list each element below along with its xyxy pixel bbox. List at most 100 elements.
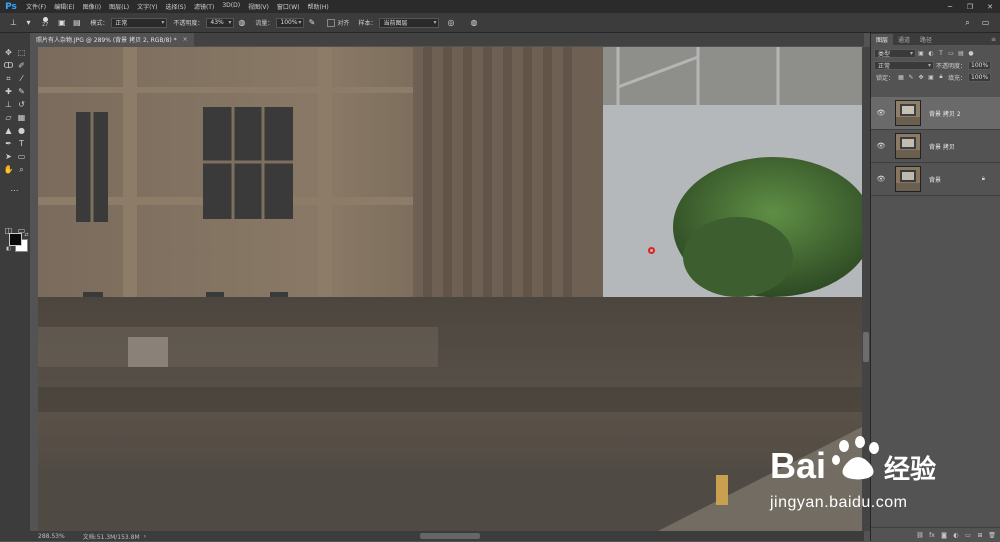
link-layers-icon[interactable]: ⛓ xyxy=(915,532,925,539)
menu-item[interactable]: 编辑(E) xyxy=(50,2,78,11)
crop-tool-icon[interactable]: ⌗ xyxy=(2,73,15,84)
menu-item[interactable]: 文字(Y) xyxy=(133,2,161,11)
blur-tool-icon[interactable]: ▲ xyxy=(2,125,15,136)
lasso-tool-icon[interactable]: ↀ xyxy=(2,60,15,71)
more-tools-icon[interactable]: … xyxy=(8,183,21,194)
search-icon[interactable]: ⌕ xyxy=(962,17,973,28)
menu-item[interactable]: 视图(V) xyxy=(244,2,273,11)
shape-tool-icon[interactable]: ▭ xyxy=(15,151,28,162)
menu-item[interactable]: 文件(F) xyxy=(22,2,50,11)
visibility-eye-icon[interactable]: 👁︎ xyxy=(875,109,887,117)
scrollbar-thumb[interactable] xyxy=(863,332,869,362)
layer-row[interactable]: 👁︎ 背景 拷贝 2 xyxy=(871,97,1000,130)
filter-shape-icon[interactable]: ▭ xyxy=(947,49,955,57)
filter-type-icon[interactable]: T xyxy=(937,49,945,57)
visibility-eye-icon[interactable]: 👁︎ xyxy=(875,142,887,150)
filter-toggle-icon[interactable]: ● xyxy=(967,49,975,57)
history-brush-tool-icon[interactable]: ↺ xyxy=(15,99,28,110)
add-mask-icon[interactable]: ◙ xyxy=(939,532,949,539)
align-label: 对齐 xyxy=(337,20,350,27)
blend-mode-select[interactable]: 正常 xyxy=(874,60,934,70)
lock-pixels-icon[interactable]: ▦ xyxy=(897,73,905,81)
menu-item[interactable]: 窗口(W) xyxy=(273,2,304,11)
path-select-tool-icon[interactable]: ➤ xyxy=(2,151,15,162)
watermark-url: jingyan.baidu.com xyxy=(770,494,908,511)
zoom-level[interactable]: 288.53% xyxy=(38,533,65,540)
clone-stamp-tool-icon[interactable]: ⊥ xyxy=(8,17,19,28)
restore-button[interactable]: ❐ xyxy=(960,0,980,13)
lock-artboard-icon[interactable]: ▣ xyxy=(927,73,935,81)
flow-select[interactable]: 100% xyxy=(276,17,305,28)
pen-tool-icon[interactable]: ✒ xyxy=(2,138,15,149)
clone-stamp-icon[interactable]: ⊥ xyxy=(2,99,15,110)
close-tab-icon[interactable]: × xyxy=(183,36,188,43)
eyedropper-tool-icon[interactable]: ⁄ xyxy=(15,73,28,84)
new-group-icon[interactable]: ▭ xyxy=(963,532,973,539)
move-tool-icon[interactable]: ✥ xyxy=(2,47,15,58)
delete-layer-icon[interactable]: 🗑︎ xyxy=(987,532,997,539)
image-canvas[interactable] xyxy=(38,47,862,531)
menu-item[interactable]: 帮助(H) xyxy=(304,2,333,11)
layer-row[interactable]: 👁︎ 背景 拷贝 xyxy=(871,130,1000,163)
hand-tool-icon[interactable]: ✋ xyxy=(2,164,15,175)
healing-brush-tool-icon[interactable]: ✚ xyxy=(2,86,15,97)
opacity-select[interactable]: 43% xyxy=(206,17,235,28)
lock-move-icon[interactable]: ✥ xyxy=(917,73,925,81)
filter-smart-icon[interactable]: ▤ xyxy=(957,49,965,57)
layer-opacity-value[interactable]: 100% xyxy=(968,60,992,70)
new-layer-icon[interactable]: ⊞ xyxy=(975,532,985,539)
panel-menu-icon[interactable]: ≡ xyxy=(986,34,1000,45)
tab-layers[interactable]: 图层 xyxy=(871,34,894,45)
status-arrow-icon[interactable]: › xyxy=(144,533,146,540)
menu-item[interactable]: 图像(I) xyxy=(79,2,105,11)
lock-row: 锁定： ▦ ✎ ✥ ▣ 🔒︎ 填充： 100% xyxy=(871,71,1000,83)
quick-select-tool-icon[interactable]: ✐ xyxy=(15,60,28,71)
filter-adjust-icon[interactable]: ◐ xyxy=(927,49,935,57)
filter-pixel-icon[interactable]: ▣ xyxy=(917,49,925,57)
lock-all-icon[interactable]: 🔒︎ xyxy=(937,73,945,81)
new-adjustment-icon[interactable]: ◐ xyxy=(951,532,961,539)
align-checkbox[interactable] xyxy=(327,18,336,27)
layer-style-icon[interactable]: fx xyxy=(927,532,937,539)
menu-item[interactable]: 3D(D) xyxy=(218,2,244,11)
mode-select[interactable]: 正常 xyxy=(111,17,168,28)
pressure-size-icon[interactable]: ◍ xyxy=(468,17,479,28)
lock-paint-icon[interactable]: ✎ xyxy=(907,73,915,81)
workspace-icon[interactable]: ▭ xyxy=(980,17,991,28)
menu-item[interactable]: 图层(L) xyxy=(105,2,133,11)
tab-paths[interactable]: 路径 xyxy=(915,34,937,45)
brush-settings-icon[interactable]: ▣ xyxy=(56,17,67,28)
default-colors-icon[interactable]: ◧ xyxy=(2,243,15,254)
quick-mask-icon[interactable]: ◫ xyxy=(2,225,15,236)
screen-mode-icon[interactable]: ▭ xyxy=(15,225,28,236)
type-tool-icon[interactable]: T xyxy=(15,138,28,149)
layer-row[interactable]: 👁︎ 背景 🔒︎ xyxy=(871,163,1000,196)
lock-label: 锁定： xyxy=(876,74,895,82)
horizontal-scrollbar-thumb[interactable] xyxy=(420,533,480,539)
tool-preset-dropdown-icon[interactable]: ▾ xyxy=(23,17,34,28)
status-bar: 288.53% 文档:51.3M/153.8M › xyxy=(30,531,864,541)
airbrush-icon[interactable]: ✎ xyxy=(306,17,317,28)
baidu-logo: Bai 经验 xyxy=(770,436,936,486)
eraser-tool-icon[interactable]: ▱ xyxy=(2,112,15,123)
brush-tool-icon[interactable]: ✎ xyxy=(15,86,28,97)
visibility-eye-icon[interactable]: 👁︎ xyxy=(875,175,887,183)
sample-select[interactable]: 当前图层 xyxy=(379,17,440,28)
pressure-opacity-icon[interactable]: ◍ xyxy=(236,17,247,28)
close-button[interactable]: ✕ xyxy=(980,0,1000,13)
gradient-tool-icon[interactable]: ▦ xyxy=(15,112,28,123)
tab-channels[interactable]: 通道 xyxy=(893,34,915,45)
document-tab[interactable]: 照片有人杂物.JPG @ 289% (背景 拷贝 2, RGB/8) * × xyxy=(30,33,194,46)
ignore-adjustment-layers-icon[interactable]: ◎ xyxy=(445,17,456,28)
marquee-tool-icon[interactable]: ⬚ xyxy=(15,47,28,58)
brush-preset-picker[interactable]: 27 xyxy=(42,17,48,28)
fill-value[interactable]: 100% xyxy=(968,72,992,82)
dodge-tool-icon[interactable]: ● xyxy=(15,125,28,136)
blend-row: 正常 不透明度： 100% xyxy=(871,59,1000,71)
clone-source-icon[interactable]: ▤ xyxy=(71,17,82,28)
menu-item[interactable]: 滤镜(T) xyxy=(190,2,218,11)
zoom-tool-icon[interactable]: ⌕ xyxy=(15,164,28,175)
layer-filter-select[interactable]: 类型 xyxy=(874,48,916,58)
menu-item[interactable]: 选择(S) xyxy=(161,2,190,11)
minimize-button[interactable]: ─ xyxy=(940,0,960,13)
